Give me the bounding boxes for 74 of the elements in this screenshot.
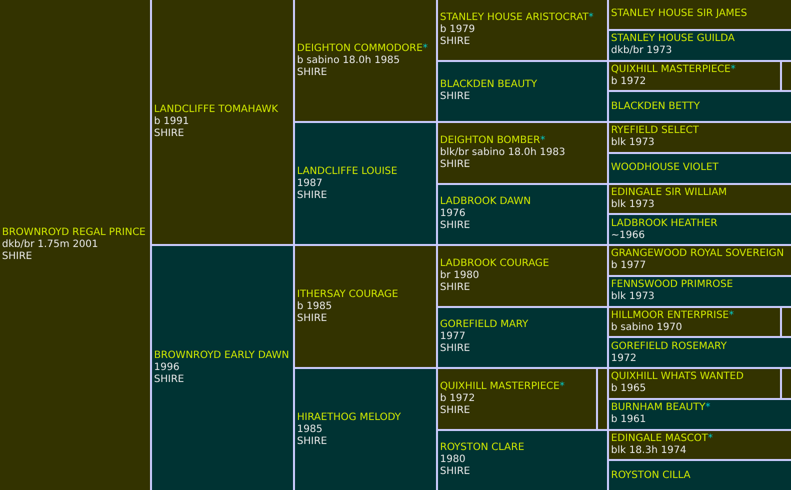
horse-details: b 1985 (297, 300, 333, 312)
ancestor-stub[interactable] (782, 62, 791, 90)
horse-name[interactable]: HILLMOOR ENTERPRISE* (611, 310, 778, 322)
horse-name[interactable]: LADBROOK HEATHER (611, 218, 789, 230)
horse-name[interactable]: BLACKDEN BEAUTY (440, 79, 605, 92)
horse-details: SHIRE (2, 251, 34, 263)
ancestor-stub[interactable] (782, 308, 791, 336)
horse-details: b 1965 (611, 383, 647, 396)
horse-details: SHIRE (154, 374, 186, 386)
horse-details: SHIRE (440, 404, 472, 417)
horse-name[interactable]: ROYSTON CILLA (611, 470, 789, 482)
horse-details: SHIRE (440, 220, 472, 232)
horse-details: SHIRE (440, 158, 472, 171)
horse-name[interactable]: LANDCLIFFE TOMAHAWK (154, 104, 291, 116)
horse-details: b 1991 (154, 116, 190, 128)
horse-details: blk 1973 (611, 291, 656, 304)
horse-details: SHIRE (440, 282, 472, 294)
horse-details: 1985 (297, 424, 324, 436)
horse-details: b 1977 (611, 260, 647, 272)
horse-name[interactable]: BLACKDEN BETTY (611, 100, 789, 113)
horse-name[interactable]: ROYSTON CLARE (440, 442, 605, 454)
horse-details: SHIRE (297, 312, 328, 324)
horse-name[interactable]: BURNHAM BEAUTY* (611, 402, 789, 414)
horse-name[interactable]: GOREFIELD MARY (440, 319, 605, 332)
horse-details: SHIRE (297, 436, 328, 448)
horse-name[interactable]: RYEFIELD SELECT (611, 125, 789, 138)
horse-details: b 1972 (611, 76, 647, 88)
horse-name[interactable]: DEIGHTON COMMODORE* (297, 42, 434, 54)
horse-name[interactable]: HIRAETHOG MELODY (297, 412, 434, 424)
horse-name[interactable]: LANDCLIFFE LOUISE (297, 166, 434, 178)
horse-name[interactable]: DEIGHTON BOMBER* (440, 134, 605, 147)
horse-name[interactable]: QUIXHILL WHATS WANTED (611, 371, 778, 384)
horse-name[interactable]: EDINGALE MASCOT* (611, 432, 789, 445)
horse-details: SHIRE (440, 343, 472, 356)
horse-name[interactable]: FENNSWOOD PRIMROSE (611, 279, 789, 292)
horse-details: blk 18.3h 1974 (611, 444, 688, 457)
horse-name[interactable]: LADBROOK COURAGE (440, 258, 605, 270)
horse-details: blk/br sabino 18.0h 1983 (440, 146, 566, 159)
horse-name[interactable]: LADBROOK DAWN (440, 196, 605, 208)
horse-name[interactable]: STANLEY HOUSE SIR JAMES (611, 8, 789, 20)
horse-name[interactable]: GOREFIELD ROSEMARY (611, 340, 789, 353)
horse-details: b sabino 18.0h 1985 (297, 54, 401, 66)
horse-details: dkb/br 1.75m 2001 (2, 239, 100, 251)
horse-name[interactable]: QUIXHILL MASTERPIECE* (611, 64, 778, 76)
horse-details: SHIRE (297, 66, 328, 78)
horse-details: 1976 (440, 208, 466, 220)
horse-name[interactable]: QUIXHILL MASTERPIECE* (440, 380, 594, 393)
horse-name[interactable]: STANLEY HOUSE GUILDA (611, 33, 789, 46)
horse-details: dkb/br 1973 (611, 45, 673, 58)
horse-details: blk 1973 (611, 198, 656, 211)
horse-name[interactable]: BROWNROYD REGAL PRINCE (2, 227, 148, 239)
horse-details: blk 1973 (611, 137, 656, 150)
horse-details: 1996 (154, 362, 180, 374)
horse-details: b sabino 1970 (611, 322, 684, 334)
horse-details: 1977 (440, 331, 466, 344)
horse-details: 1980 (440, 454, 466, 466)
horse-details: SHIRE (297, 190, 328, 202)
horse-name[interactable]: STANLEY HOUSE ARISTOCRAT* (440, 12, 605, 24)
horse-name[interactable]: BROWNROYD EARLY DAWN (154, 350, 291, 362)
horse-details: SHIRE (440, 36, 472, 48)
horse-details: 1987 (297, 178, 324, 190)
horse-name[interactable]: ITHERSAY COURAGE (297, 288, 434, 300)
horse-details: br 1980 (440, 270, 480, 282)
horse-details: 1972 (611, 352, 638, 365)
horse-details: SHIRE (154, 128, 186, 140)
horse-name[interactable]: EDINGALE SIR WILLIAM (611, 186, 789, 199)
horse-name[interactable]: GRANGEWOOD ROYAL SOVEREIGN (611, 248, 789, 260)
horse-details: b 1979 (440, 24, 476, 36)
horse-details: b 1961 (611, 414, 647, 426)
horse-name[interactable]: WOODHOUSE VIOLET (611, 162, 789, 174)
horse-details: SHIRE (440, 466, 472, 478)
horse-details: ~1966 (611, 230, 646, 242)
horse-details: b 1972 (440, 392, 476, 405)
horse-details: SHIRE (440, 91, 472, 104)
